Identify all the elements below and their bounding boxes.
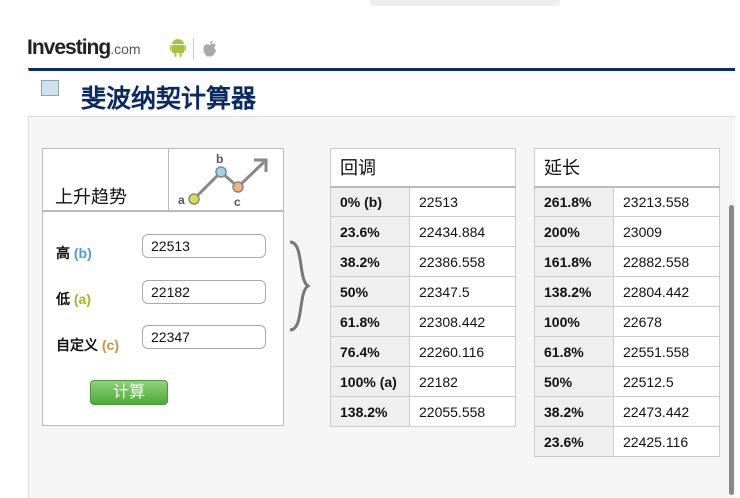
price-cell: 23213.558 — [613, 186, 720, 217]
price-cell: 22512.5 — [613, 366, 720, 397]
table-row: 200% 23009 — [534, 216, 720, 247]
level-cell: 38.2% — [330, 246, 410, 277]
level-cell: 23.6% — [330, 216, 410, 247]
table-row: 38.2% 22386.558 — [330, 246, 516, 277]
price-cell: 22386.558 — [409, 246, 516, 277]
custom-label: 自定义 (c) — [56, 337, 120, 353]
level-cell: 200% — [534, 216, 614, 247]
level-cell: 161.8% — [534, 246, 614, 277]
price-cell: 22434.884 — [409, 216, 516, 247]
level-cell: 38.2% — [534, 396, 614, 427]
brace-icon — [289, 240, 310, 332]
custom-input[interactable] — [142, 325, 266, 349]
table-row: 50% 22347.5 — [330, 276, 516, 307]
table-row: 23.6% 22434.884 — [330, 216, 516, 247]
point-a-label: a — [178, 193, 185, 207]
level-cell: 261.8% — [534, 186, 614, 217]
page-title: 斐波纳契计算器 — [81, 85, 257, 113]
price-cell: 22804.442 — [613, 276, 720, 307]
price-cell: 23009 — [613, 216, 720, 247]
divider — [168, 148, 169, 212]
price-cell: 22347.5 — [409, 276, 516, 307]
table-row: 100% 22678 — [534, 306, 720, 337]
table-row: 61.8% 22308.442 — [330, 306, 516, 337]
table-row: 50% 22512.5 — [534, 366, 720, 397]
level-cell: 61.8% — [330, 306, 410, 337]
scrollbar[interactable] — [729, 205, 734, 495]
extension-header: 延长 — [534, 148, 720, 188]
table-row: 261.8% 23213.558 — [534, 186, 720, 217]
price-cell: 22260.116 — [409, 336, 516, 367]
investing-logo[interactable]: Investing.com — [27, 36, 141, 60]
logo-suffix: .com — [110, 41, 141, 57]
level-cell: 23.6% — [534, 426, 614, 457]
table-row: 76.4% 22260.116 — [330, 336, 516, 367]
low-input[interactable] — [142, 280, 266, 304]
level-cell: 50% — [330, 276, 410, 307]
calculator-icon — [41, 80, 59, 96]
price-cell: 22513 — [409, 186, 516, 217]
retracement-table: 回调 0% (b) 22513 23.6% 22434.884 38.2% 22386.5… — [330, 148, 516, 427]
price-cell: 22882.558 — [613, 246, 720, 277]
table-row: 100% (a) 22182 — [330, 366, 516, 397]
high-input[interactable] — [142, 234, 266, 258]
point-c-label: c — [234, 195, 241, 209]
table-row: 23.6% 22425.116 — [534, 426, 720, 457]
android-icon[interactable] — [170, 39, 186, 57]
apple-icon[interactable] — [202, 40, 217, 57]
price-cell: 22678 — [613, 306, 720, 337]
level-cell: 50% — [534, 366, 614, 397]
price-cell: 22551.558 — [613, 336, 720, 367]
table-row: 0% (b) 22513 — [330, 186, 516, 217]
level-cell: 61.8% — [534, 336, 614, 367]
extension-table: 延长 261.8% 23213.558 200% 23009 161.8% 22882.5… — [534, 148, 720, 457]
table-row: 38.2% 22473.442 — [534, 396, 720, 427]
price-cell: 22055.558 — [409, 396, 516, 427]
table-row: 138.2% 22804.442 — [534, 276, 720, 307]
level-cell: 100% — [534, 306, 614, 337]
high-label: 高 (b) — [56, 245, 92, 261]
table-row: 138.2% 22055.558 — [330, 396, 516, 427]
level-cell: 138.2% — [330, 396, 410, 427]
level-cell: 100% (a) — [330, 366, 410, 397]
point-b-label: b — [216, 152, 223, 166]
uptrend-diagram-icon: a b c — [178, 152, 268, 209]
level-cell: 138.2% — [534, 276, 614, 307]
level-cell: 76.4% — [330, 336, 410, 367]
price-cell: 22308.442 — [409, 306, 516, 337]
top-bar — [370, 0, 560, 6]
calculate-button[interactable]: 计算 — [90, 380, 168, 405]
divider — [193, 38, 194, 60]
trend-label: 上升趋势 — [55, 187, 127, 207]
price-cell: 22473.442 — [613, 396, 720, 427]
table-row: 61.8% 22551.558 — [534, 336, 720, 367]
price-cell: 22425.116 — [613, 426, 720, 457]
low-label: 低 (a) — [56, 291, 92, 307]
price-cell: 22182 — [409, 366, 516, 397]
table-row: 161.8% 22882.558 — [534, 246, 720, 277]
retracement-header: 回调 — [330, 148, 516, 188]
level-cell: 0% (b) — [330, 186, 410, 217]
logo-text: Investing — [27, 36, 111, 59]
